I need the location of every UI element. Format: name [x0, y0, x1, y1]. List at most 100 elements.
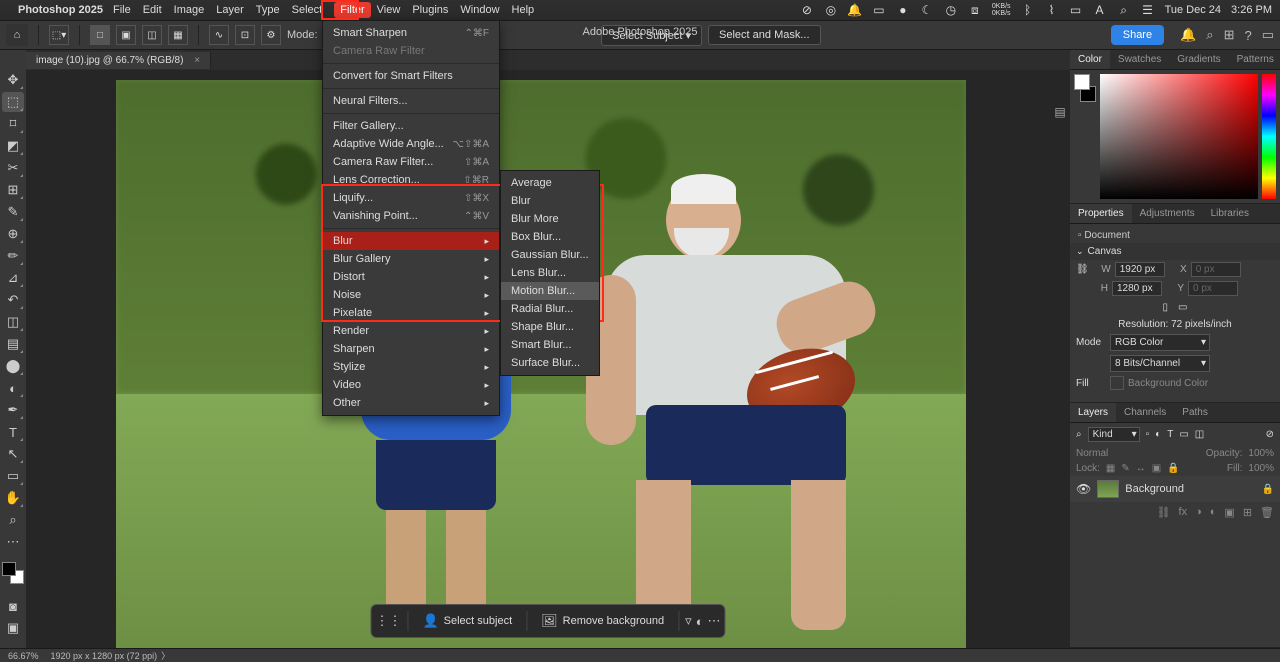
menu-file[interactable]: File [113, 4, 131, 16]
mi-video[interactable]: Video▸ [323, 376, 499, 394]
mi-blur-basic[interactable]: Blur [501, 192, 599, 210]
dot-icon[interactable]: ● [896, 3, 910, 17]
layer-row-background[interactable]: 👁 Background 🔒 [1070, 476, 1280, 502]
transform-icon[interactable]: ▿ [685, 613, 692, 629]
bit-depth-dropdown[interactable]: 8 Bits/Channel [1110, 355, 1210, 372]
app-name[interactable]: Photoshop 2025 [18, 4, 103, 16]
visibility-icon[interactable]: 👁 [1076, 482, 1091, 496]
filter-adj-icon[interactable]: ◐ [1155, 429, 1161, 440]
delete-icon[interactable]: 🗑 [1260, 506, 1274, 519]
menubar-date[interactable]: Tue Dec 24 [1165, 4, 1221, 16]
mi-smart-sharpen[interactable]: Smart Sharpen⌃⌘F [323, 24, 499, 42]
bluetooth-icon[interactable]: ᛒ [1021, 3, 1035, 17]
path-select-tool[interactable]: ↖ [2, 444, 24, 464]
ctx-select-subject[interactable]: 👤Select subject [414, 609, 520, 633]
filter-smart-icon[interactable]: ◫ [1195, 429, 1204, 440]
mask-icon[interactable]: ◑ [1195, 506, 1202, 519]
menu-image[interactable]: Image [174, 4, 205, 16]
mi-blur-gallery[interactable]: Blur Gallery▸ [323, 250, 499, 268]
fill-swatch[interactable] [1110, 376, 1124, 390]
object-select-tool[interactable]: ◩ [2, 136, 24, 156]
blur-tool[interactable]: ⬤ [2, 356, 24, 376]
dodge-tool[interactable]: ◐ [2, 378, 24, 398]
tab-layers[interactable]: Layers [1070, 403, 1116, 422]
landscape-icon[interactable]: ▭ [1178, 302, 1187, 313]
tab-patterns[interactable]: Patterns [1229, 50, 1280, 69]
tab-swatches[interactable]: Swatches [1110, 50, 1169, 69]
clock-icon[interactable]: ◷ [944, 3, 958, 17]
tab-paths[interactable]: Paths [1174, 403, 1216, 422]
filter-toggle[interactable]: ⊘ [1266, 429, 1274, 440]
lock-pos-icon[interactable]: ↔ [1136, 463, 1146, 474]
mi-liquify[interactable]: Liquify...⇧⌘X [323, 189, 499, 207]
lock-all-icon[interactable]: 🔒 [1167, 463, 1179, 474]
home-button[interactable]: ⌂ [6, 24, 28, 46]
history-brush-tool[interactable]: ↶ [2, 290, 24, 310]
history-icon[interactable]: ▤ [1050, 105, 1070, 119]
mi-neural[interactable]: Neural Filters... [323, 92, 499, 110]
add-selection-icon[interactable]: ▣ [116, 25, 136, 45]
mi-radial-blur[interactable]: Radial Blur... [501, 300, 599, 318]
gear-icon[interactable]: ⚙ [261, 25, 281, 45]
style-icon[interactable]: ⊡ [235, 25, 255, 45]
hand-tool[interactable]: ✋ [2, 488, 24, 508]
more-icon[interactable]: ⋯ [708, 613, 721, 629]
mi-gaussian[interactable]: Gaussian Blur... [501, 246, 599, 264]
mi-other[interactable]: Other▸ [323, 394, 499, 412]
mi-average[interactable]: Average [501, 174, 599, 192]
tab-color[interactable]: Color [1070, 50, 1110, 69]
shape-tool[interactable]: ▭ [2, 466, 24, 486]
mi-smart-blur[interactable]: Smart Blur... [501, 336, 599, 354]
mi-stylize[interactable]: Stylize▸ [323, 358, 499, 376]
crop-tool[interactable]: ✂ [2, 158, 24, 178]
filter-shape-icon[interactable]: ▭ [1179, 429, 1188, 440]
marquee-tool[interactable]: ⬚ [2, 92, 24, 112]
new-layer-icon[interactable]: ⊞ [1243, 506, 1252, 519]
tool-preset[interactable]: ⬚▾ [49, 25, 69, 45]
menu-select[interactable]: Select [292, 4, 323, 16]
mi-shape-blur[interactable]: Shape Blur... [501, 318, 599, 336]
height-field[interactable]: 1280 px [1112, 281, 1162, 296]
bell-icon[interactable]: 🔔 [848, 3, 862, 17]
info-chevron-icon[interactable]: 〉 [161, 649, 170, 662]
menu-type[interactable]: Type [256, 4, 280, 16]
layer-name[interactable]: Background [1125, 483, 1184, 495]
new-selection-icon[interactable]: □ [90, 25, 110, 45]
stamp-tool[interactable]: ⊿ [2, 268, 24, 288]
lasso-tool[interactable]: ⌑ [2, 114, 24, 134]
box-icon[interactable]: ⧈ [968, 3, 982, 17]
mi-sharpen[interactable]: Sharpen▸ [323, 340, 499, 358]
input-icon[interactable]: A [1093, 3, 1107, 17]
pen-tool[interactable]: ✒ [2, 400, 24, 420]
menu-filter[interactable]: Filter [334, 2, 370, 18]
adjustment-icon[interactable]: ◐ [1210, 506, 1217, 519]
zoom-level[interactable]: 66.67% [8, 651, 39, 661]
subtract-selection-icon[interactable]: ◫ [142, 25, 162, 45]
menubar-time[interactable]: 3:26 PM [1231, 4, 1272, 16]
mi-render[interactable]: Render▸ [323, 322, 499, 340]
menu-help[interactable]: Help [512, 4, 535, 16]
wifi-icon[interactable]: ⌇ [1045, 3, 1059, 17]
battery-icon[interactable]: ▭ [1069, 3, 1083, 17]
color-mode-dropdown[interactable]: RGB Color [1110, 334, 1210, 351]
display-icon[interactable]: ▭ [872, 3, 886, 17]
lock-icon[interactable]: 🔒 [1262, 484, 1274, 495]
feather-icon[interactable]: ∿ [209, 25, 229, 45]
tab-gradients[interactable]: Gradients [1169, 50, 1228, 69]
canvas-section-header[interactable]: Canvas [1070, 243, 1280, 260]
select-and-mask-button[interactable]: Select and Mask... [708, 25, 821, 45]
adjust-icon[interactable]: ◐ [696, 614, 704, 629]
control-center-icon[interactable]: ☰ [1141, 3, 1155, 17]
fill-value[interactable]: 100% [1248, 463, 1274, 474]
color-swatches[interactable] [2, 562, 24, 584]
mi-lens-correction[interactable]: Lens Correction...⇧⌘R [323, 171, 499, 189]
frame-tool[interactable]: ⊞ [2, 180, 24, 200]
fg-bg-swatch[interactable] [1074, 74, 1096, 102]
opacity-value[interactable]: 100% [1248, 448, 1274, 459]
quick-mask-icon[interactable]: ◙ [2, 596, 24, 616]
mi-camera-raw-2[interactable]: Camera Raw Filter...⇧⌘A [323, 153, 499, 171]
ctx-remove-bg[interactable]: 🖼Remove background [533, 609, 672, 633]
menu-edit[interactable]: Edit [143, 4, 162, 16]
help-icon[interactable]: ? [1244, 28, 1251, 43]
menu-view[interactable]: View [377, 4, 401, 16]
